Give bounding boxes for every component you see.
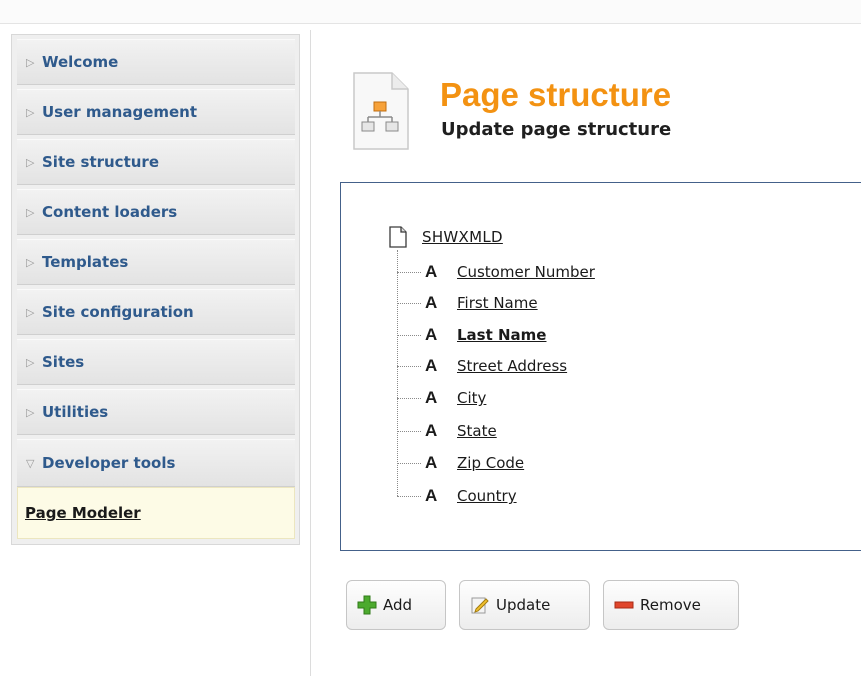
sidebar-item-welcome[interactable]: ▷ Welcome [17,39,295,85]
tree-node-link[interactable]: City [457,389,486,407]
text-field-icon: A [425,388,438,407]
sidebar-item-sites[interactable]: ▷ Sites [17,339,295,385]
page-modeler-link[interactable]: Page Modeler [25,504,141,522]
sidebar-item-templates[interactable]: ▷ Templates [17,239,295,285]
update-button[interactable]: Update [459,580,590,630]
text-field-icon: A [425,325,438,344]
tree-node-selected: A Last Name [397,324,546,346]
triangle-right-icon: ▷ [26,405,35,419]
triangle-right-icon: ▷ [26,305,35,319]
tree-node-link[interactable]: Last Name [457,326,546,344]
page-structure-icon [353,72,409,150]
document-icon [389,226,407,248]
sidebar-item-user-management[interactable]: ▷ User management [17,89,295,135]
triangle-right-icon: ▷ [26,355,35,369]
tree-node: A Zip Code [397,452,524,474]
sidebar-item-site-structure[interactable]: ▷ Site structure [17,139,295,185]
sidebar-subitem-page-modeler: Page Modeler [17,487,295,539]
tree-node: A City [397,387,486,409]
tree-node: A Street Address [397,355,567,377]
edit-icon [471,597,489,614]
sidebar-item-label: Developer tools [42,454,176,472]
triangle-down-icon: ▽ [26,456,35,470]
plus-icon [357,595,377,615]
remove-button-label: Remove [640,596,701,614]
tree-node: A Customer Number [397,261,595,283]
update-button-label: Update [496,596,551,614]
tree-node-link[interactable]: Customer Number [457,263,595,281]
triangle-right-icon: ▷ [26,105,35,119]
sidebar-item-label: Templates [42,253,129,271]
tree-node: A First Name [397,292,538,314]
remove-button[interactable]: Remove [603,580,739,630]
add-button[interactable]: Add [346,580,446,630]
sidebar-item-content-loaders[interactable]: ▷ Content loaders [17,189,295,235]
tree-node-link[interactable]: First Name [457,294,538,312]
text-field-icon: A [425,356,438,375]
tree-root: SHWXMLD [388,226,503,248]
add-button-label: Add [383,596,413,614]
sidebar: ▷ Welcome ▷ User management ▷ Site struc… [11,34,300,545]
sidebar-item-label: Content loaders [42,203,178,221]
tree-node-link[interactable]: Street Address [457,357,567,375]
sidebar-item-utilities[interactable]: ▷ Utilities [17,389,295,435]
top-band [0,0,861,24]
sidebar-item-label: Utilities [42,403,109,421]
sidebar-item-label: Welcome [42,53,119,71]
triangle-right-icon: ▷ [26,205,35,219]
triangle-right-icon: ▷ [26,55,35,69]
text-field-icon: A [425,421,438,440]
text-field-icon: A [425,262,438,281]
tree-node: A Country [397,485,517,507]
text-field-icon: A [425,486,438,505]
sidebar-item-site-configuration[interactable]: ▷ Site configuration [17,289,295,335]
triangle-right-icon: ▷ [26,155,35,169]
text-field-icon: A [425,293,438,312]
triangle-right-icon: ▷ [26,255,35,269]
tree-node-link[interactable]: State [457,422,497,440]
tree-node-link[interactable]: Zip Code [457,454,524,472]
page-title: Page structure [440,76,672,113]
tree-root-link[interactable]: SHWXMLD [422,228,503,246]
minus-icon [614,601,634,609]
tree-node-link[interactable]: Country [457,487,517,505]
tree-node: A State [397,420,497,442]
sidebar-item-label: Site configuration [42,303,194,321]
sidebar-item-label: Site structure [42,153,159,171]
sidebar-item-label: User management [42,103,198,121]
sidebar-item-developer-tools[interactable]: ▽ Developer tools [17,439,295,487]
column-divider [310,30,311,676]
sidebar-item-label: Sites [42,353,85,371]
text-field-icon: A [425,453,438,472]
page-subtitle: Update page structure [441,119,672,140]
